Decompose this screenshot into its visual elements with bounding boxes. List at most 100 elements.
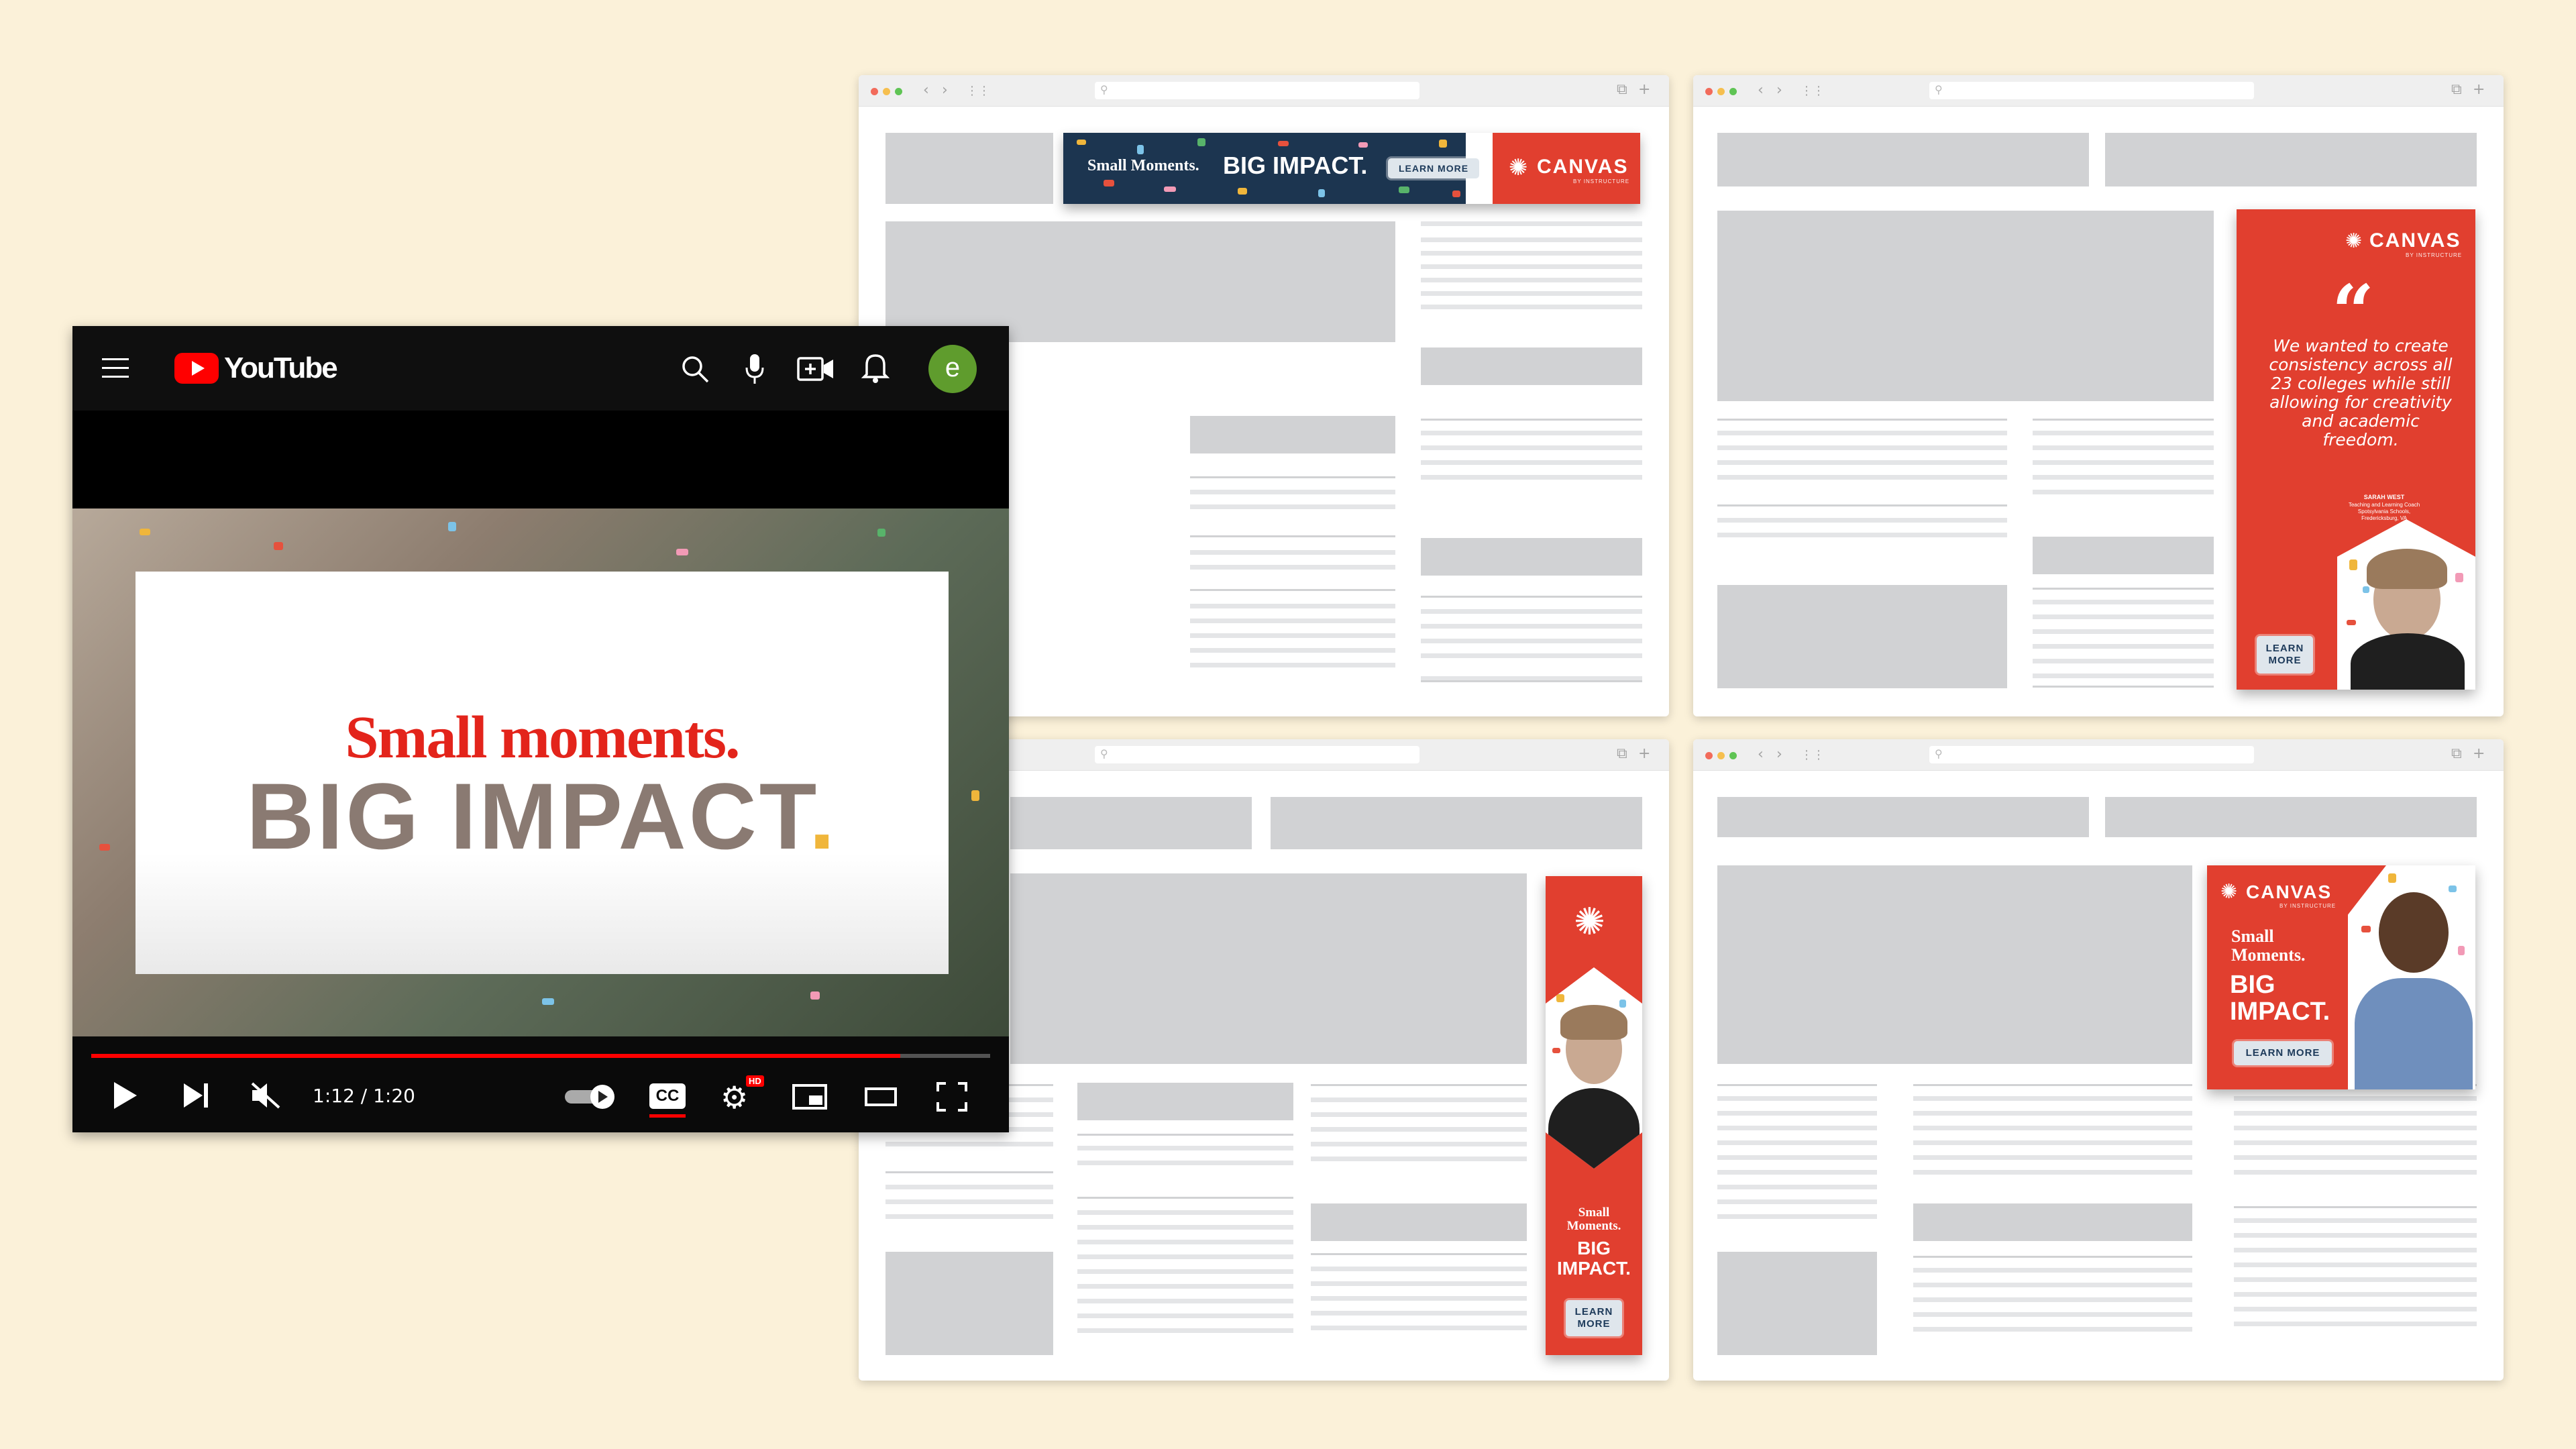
maximize-window-icon[interactable] <box>1729 752 1737 759</box>
search-icon: ⚲ <box>1100 747 1108 760</box>
theater-mode-icon[interactable] <box>864 1085 898 1109</box>
canvas-logo-subtext: BY INSTRUCTURE <box>2279 903 2337 909</box>
new-tab-icon[interactable]: + <box>2473 81 2485 98</box>
youtube-player: YouTube e Small moments. BIG IMPACT. 1:1… <box>72 326 1009 1132</box>
browser-toolbar: ‹ › ⋮⋮ ⚲ ⧉ + <box>1693 75 2504 107</box>
placeholder-block <box>1010 873 1527 1064</box>
ad-text-big: BIG IMPACT. <box>1546 1238 1642 1279</box>
learn-more-label-line1: LEARN <box>1574 1306 1613 1318</box>
video-frame[interactable]: Small moments. BIG IMPACT. <box>72 508 1009 1036</box>
ad-text-big-line1: BIG <box>2230 971 2275 999</box>
search-icon[interactable] <box>680 354 710 384</box>
tab-grid-icon[interactable]: ⋮⋮ <box>1801 748 1825 762</box>
learn-more-button[interactable]: LEARN MORE <box>2257 636 2313 674</box>
play-icon[interactable] <box>111 1081 138 1110</box>
captions-active-indicator <box>649 1114 686 1118</box>
maximize-window-icon[interactable] <box>1729 88 1737 95</box>
portrait-shirt <box>2351 633 2465 690</box>
leaderboard-ad[interactable]: Small Moments. BIG IMPACT. LEARN MORE ✺ … <box>1063 133 1640 204</box>
fullscreen-icon[interactable] <box>936 1082 967 1112</box>
skyscraper-ad[interactable]: ✺ Small Moments. BIG IMPACT. LEARN MORE <box>1546 876 1642 1355</box>
canvas-logo-subtext: BY INSTRUCTURE <box>1573 178 1630 184</box>
create-video-icon[interactable] <box>797 356 835 382</box>
forward-arrow-icon[interactable]: › <box>1776 746 1782 763</box>
address-bar[interactable]: ⚲ <box>1095 746 1419 763</box>
video-title-card: Small moments. BIG IMPACT. <box>136 572 949 974</box>
next-icon[interactable] <box>182 1082 212 1109</box>
placeholder-block <box>1010 797 1252 849</box>
minimize-window-icon[interactable] <box>883 88 890 95</box>
placeholder-block <box>1717 133 2089 186</box>
learn-more-button[interactable]: LEARN MORE <box>1566 1300 1622 1336</box>
hamburger-icon[interactable] <box>102 357 131 380</box>
video-headline-line1: Small moments. <box>345 704 741 771</box>
ad-text-small-line1: Small <box>1578 1205 1610 1220</box>
learn-more-button[interactable]: LEARN MORE <box>1388 158 1479 178</box>
minimize-window-icon[interactable] <box>1717 88 1725 95</box>
duplicate-tab-icon[interactable]: ⧉ <box>2451 745 2462 762</box>
rectangle-ad[interactable]: ✺ CANVAS BY INSTRUCTURE Small Moments. B… <box>2207 865 2475 1089</box>
duplicate-tab-icon[interactable]: ⧉ <box>1617 81 1627 98</box>
portrait-frame <box>1546 967 1642 1169</box>
close-window-icon[interactable] <box>1705 752 1713 759</box>
ad-text-small: Small Moments. <box>1546 1206 1642 1233</box>
learn-more-label-line2: MORE <box>2268 655 2302 666</box>
canvas-logo-icon: ✺ <box>2220 880 2238 904</box>
progress-played <box>91 1054 900 1058</box>
back-arrow-icon[interactable]: ‹ <box>923 82 929 99</box>
youtube-logo-icon[interactable] <box>174 353 219 384</box>
ad-text-big-line2: IMPACT. <box>2230 998 2330 1026</box>
back-arrow-icon[interactable]: ‹ <box>1758 746 1764 763</box>
portrait-frame <box>2337 519 2475 690</box>
address-bar[interactable]: ⚲ <box>1929 746 2254 763</box>
miniplayer-icon[interactable] <box>792 1083 828 1110</box>
learn-more-button[interactable]: LEARN MORE <box>2234 1041 2332 1065</box>
tab-grid-icon[interactable]: ⋮⋮ <box>1801 84 1825 98</box>
back-arrow-icon[interactable]: ‹ <box>1758 82 1764 99</box>
video-headline-line2: BIG IMPACT. <box>136 766 949 867</box>
canvas-logo-icon: ✺ <box>1509 154 1528 181</box>
attribution-name: SARAH WEST <box>2363 494 2405 500</box>
duplicate-tab-icon[interactable]: ⧉ <box>2451 81 2462 98</box>
forward-arrow-icon[interactable]: › <box>942 82 948 99</box>
attribution-school: Spotsylvania Schools, <box>2357 508 2411 515</box>
portrait-hair <box>2367 549 2447 589</box>
new-tab-icon[interactable]: + <box>2473 745 2485 762</box>
placeholder-block <box>885 133 1053 204</box>
ad-text-big: BIG IMPACT. <box>2230 971 2330 1025</box>
placeholder-block <box>1421 347 1642 385</box>
placeholder-block <box>1717 797 2089 837</box>
portrait-shirt <box>2355 978 2473 1089</box>
placeholder-block <box>1190 416 1395 453</box>
notification-bell-icon[interactable] <box>861 352 890 384</box>
placeholder-block <box>2105 797 2477 837</box>
canvas-logo-text: CANVAS <box>2369 229 2461 252</box>
address-bar[interactable]: ⚲ <box>1929 82 2254 99</box>
close-window-icon[interactable] <box>1705 88 1713 95</box>
maximize-window-icon[interactable] <box>895 88 902 95</box>
forward-arrow-icon[interactable]: › <box>1776 82 1782 99</box>
placeholder-block <box>1421 538 1642 576</box>
new-tab-icon[interactable]: + <box>1638 81 1650 98</box>
tab-grid-icon[interactable]: ⋮⋮ <box>966 84 990 98</box>
ad-text-big-line1: BIG <box>1577 1238 1611 1258</box>
avatar[interactable]: e <box>928 345 977 393</box>
minimize-window-icon[interactable] <box>1717 752 1725 759</box>
ad-text-small: Small Moments. <box>1087 157 1199 174</box>
portrait-face <box>2379 892 2449 973</box>
settings-gear-icon[interactable]: ⚙ <box>720 1079 748 1116</box>
captions-icon[interactable]: CC <box>649 1083 686 1109</box>
muted-speaker-icon[interactable] <box>250 1081 282 1110</box>
time-display: 1:12 / 1:20 <box>313 1085 415 1107</box>
microphone-icon[interactable] <box>745 353 765 385</box>
close-window-icon[interactable] <box>871 88 878 95</box>
placeholder-block <box>885 1252 1053 1355</box>
new-tab-icon[interactable]: + <box>1638 745 1650 762</box>
ad-text-small: Small Moments. <box>2231 927 2305 965</box>
quote-ad[interactable]: ✺ CANVAS BY INSTRUCTURE “ We wanted to c… <box>2237 209 2475 690</box>
duplicate-tab-icon[interactable]: ⧉ <box>1617 745 1627 762</box>
ad-text-small-line1: Small <box>2231 926 2274 946</box>
autoplay-toggle-icon[interactable] <box>564 1083 619 1110</box>
address-bar[interactable]: ⚲ <box>1095 82 1419 99</box>
quote-text: We wanted to create consistency across a… <box>2269 336 2453 449</box>
